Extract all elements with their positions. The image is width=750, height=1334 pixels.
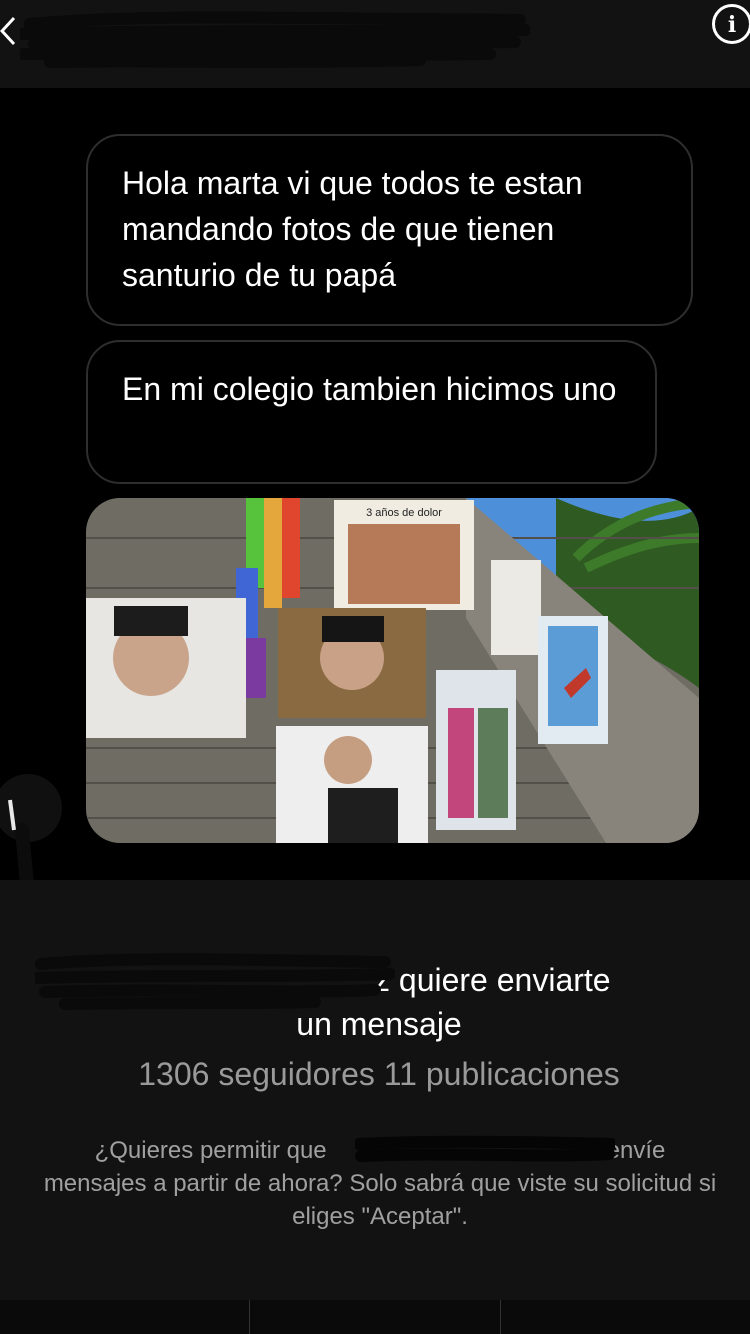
posts-count: 11 publicaciones <box>383 1056 620 1092</box>
message-thread: Hola marta vi que todos te estan mandand… <box>0 88 750 1037</box>
message-bubble[interactable]: Hola marta vi que todos te estan mandand… <box>86 134 693 326</box>
info-icon[interactable]: i <box>712 4 750 44</box>
chat-header: i <box>0 0 750 88</box>
note-part1: ¿Quieres permitir que <box>94 1137 327 1164</box>
photo-sign-text: 3 años de dolor <box>366 507 442 519</box>
followers-count: 1306 seguidores <box>138 1056 375 1092</box>
note-part3: mensajes a partir de ahora? Solo sabrá q… <box>43 1170 717 1230</box>
request-title-line1: z quiere enviarte <box>374 962 611 998</box>
sender-stats: 1306 seguidores 11 publicaciones <box>0 1056 750 1093</box>
delete-button[interactable] <box>0 1300 251 1334</box>
redacted-sender-name <box>31 944 396 1014</box>
message-bubble[interactable]: En mi colegio tambien hicimos uno <box>86 340 657 484</box>
request-action-bar <box>0 1300 750 1334</box>
message-photo[interactable]: 3 años de dolor <box>86 498 699 843</box>
redacted-inline-name <box>353 1132 617 1168</box>
message-request-panel: z quiere enviarte un mensaje 1306 seguid… <box>0 880 750 1300</box>
block-button[interactable] <box>250 1300 501 1334</box>
redacted-username <box>14 4 531 70</box>
accept-button[interactable] <box>501 1300 750 1334</box>
